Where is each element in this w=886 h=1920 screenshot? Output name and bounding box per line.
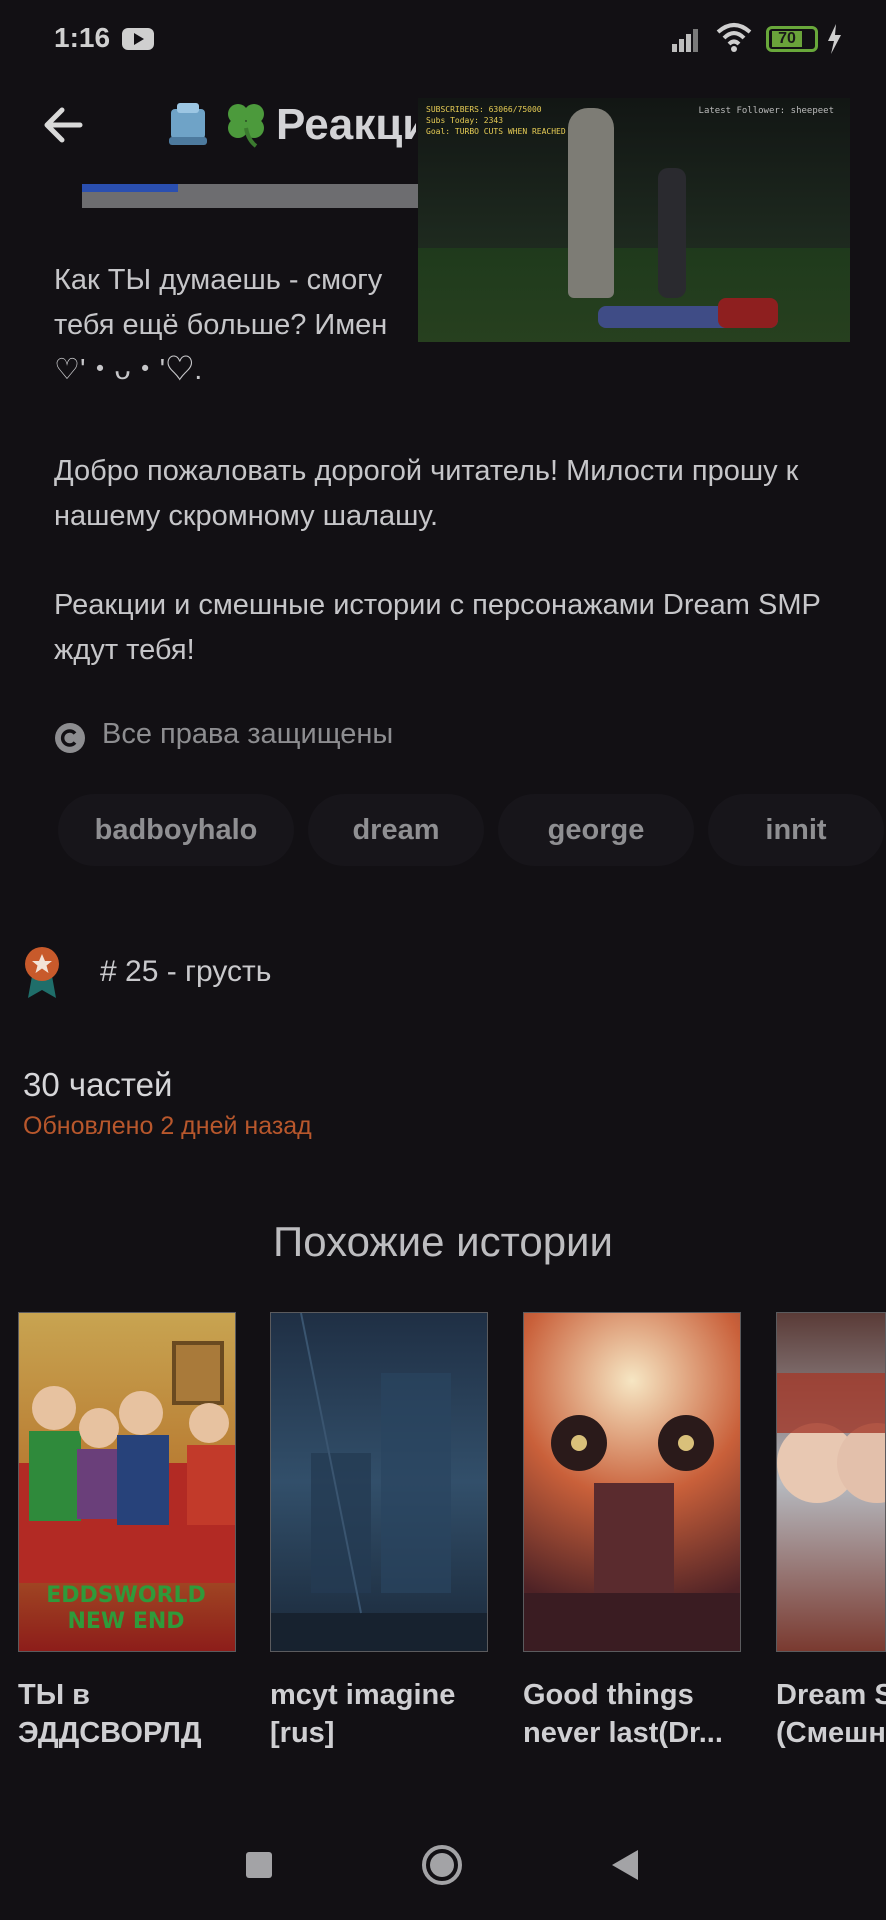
story-cover[interactable]: EDDSWORLD NEW END — [18, 1312, 236, 1652]
home-circle-icon[interactable] — [421, 1844, 463, 1886]
hud-line: Subs Today: 2343 — [426, 116, 504, 125]
hud-line: Goal: TURBO CUTS WHEN REACHED — [426, 127, 566, 136]
story-card-title[interactable]: Good things never last(Dr... — [523, 1676, 753, 1752]
back-triangle-icon[interactable] — [610, 1848, 640, 1882]
story-title: Реакци — [276, 100, 416, 149]
story-cover[interactable] — [523, 1312, 741, 1652]
description-line: Как ТЫ думаешь - смогу — [54, 264, 383, 296]
parts-count: 30 частей — [23, 1066, 173, 1103]
description-paragraph: Добро пожаловать дорогой читатель! Милос… — [54, 455, 799, 532]
battery-level: 70 — [772, 31, 802, 47]
youtube-notification-icon — [122, 28, 154, 50]
description-paragraph: Реакции и смешные истории с персонажами … — [54, 589, 821, 666]
story-cover[interactable] — [776, 1312, 886, 1652]
tag-chip[interactable]: dream — [308, 794, 484, 866]
story-cover[interactable] — [270, 1312, 488, 1652]
tag-chip[interactable]: innit — [708, 794, 884, 866]
story-card-title[interactable]: ТЫ в ЭДДСВОРЛД — [18, 1676, 218, 1752]
cover-art — [271, 1313, 487, 1651]
ranking-label[interactable]: # 25 - грусть — [100, 955, 271, 989]
copyright-icon — [55, 723, 85, 753]
signal-icon — [672, 29, 698, 52]
wifi-icon — [716, 23, 752, 52]
cover-art — [777, 1373, 885, 1503]
status-bar: 1:16 70 — [0, 0, 886, 80]
video-hud-stats: SUBSCRIBERS: 63066/75000 Subs Today: 234… — [426, 104, 566, 137]
battery-icon: 70 — [766, 26, 818, 52]
floating-video-player[interactable]: SUBSCRIBERS: 63066/75000 Subs Today: 234… — [418, 98, 850, 342]
story-card-title[interactable]: mcyt imagine [rus] — [270, 1676, 490, 1752]
copyright-label: Все права защищены — [102, 718, 394, 750]
reading-progress-fill — [82, 184, 178, 192]
video-hud-follower: Latest Follower: sheepeet — [698, 106, 834, 116]
charging-bolt-icon — [828, 24, 841, 54]
status-time: 1:16 — [54, 22, 111, 53]
similar-stories-heading: Похожие истории — [273, 1218, 613, 1265]
story-card-title[interactable]: Dream S (Смешн — [776, 1676, 886, 1752]
ice-cube-icon — [169, 103, 207, 145]
description-line: ♡'・ᴗ・'♡. — [54, 354, 203, 386]
recents-square-icon[interactable] — [246, 1852, 272, 1878]
hud-line: SUBSCRIBERS: 63066/75000 — [426, 105, 542, 114]
reading-progress-bar — [82, 184, 422, 208]
ranking-badge-icon — [25, 947, 59, 998]
updated-label: Обновлено 2 дней назад — [23, 1112, 312, 1140]
tag-chip[interactable]: george — [498, 794, 694, 866]
cover-art — [524, 1415, 740, 1651]
tag-chip[interactable]: badboyhalo — [58, 794, 294, 866]
back-arrow-icon[interactable] — [40, 102, 86, 148]
description-line: тебя ещё больше? Имен — [54, 309, 388, 341]
clover-icon — [228, 104, 264, 148]
cover-logo-text: EDDSWORLD NEW END — [46, 1583, 206, 1634]
